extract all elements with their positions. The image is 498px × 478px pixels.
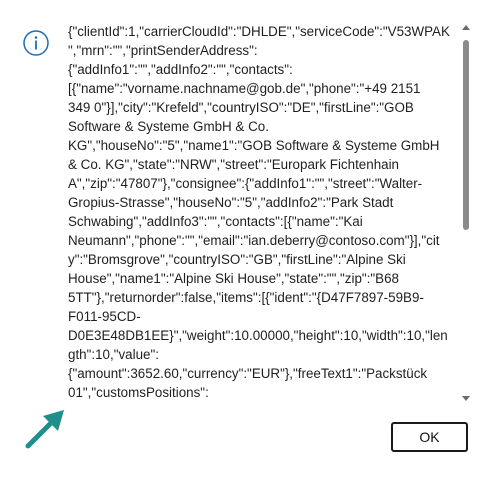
- message-text-area[interactable]: {"clientId":1,"carrierCloudId":"DHLDE","…: [68, 22, 461, 404]
- ok-button[interactable]: OK: [391, 422, 468, 452]
- scroll-thumb[interactable]: [463, 40, 469, 230]
- message-line: [{"name":"vorname.nachname@gob.de","phon…: [68, 81, 421, 96]
- message-line: 5TT"},"returnorder":false,"items":[{"ide…: [68, 290, 424, 305]
- message-line: 349 0"}],"city":"Krefeld","countryISO":"…: [68, 100, 414, 115]
- message-line: & Co. KG","state":"NRW","street":"Europa…: [68, 157, 400, 172]
- scroll-up-icon[interactable]: [462, 25, 470, 30]
- message-line: 01","customsPositions":: [68, 385, 209, 400]
- message-dialog: {"clientId":1,"carrierCloudId":"DHLDE","…: [0, 0, 498, 478]
- message-line: D0E3E48DB1EE}","weight":10.00000,"height…: [68, 328, 448, 343]
- message-line: y":"Bromsgrove","countryISO":"GB","first…: [68, 252, 406, 267]
- message-line: KG","houseNo":"5","name1":"GOB Software …: [68, 138, 440, 153]
- vertical-scrollbar[interactable]: [459, 22, 473, 404]
- message-line: House","name1":"Alpine Ski House","state…: [68, 271, 399, 286]
- message-text: {"clientId":1,"carrierCloudId":"DHLDE","…: [68, 22, 461, 402]
- message-line: Schwabing","addInfo3":"","contacts":[{"n…: [68, 214, 363, 229]
- message-line: Neumann","phone":"","email":"ian.deberry…: [68, 233, 440, 248]
- message-line: F011-95CD-: [68, 309, 141, 324]
- arrow-icon: [25, 410, 64, 449]
- message-line: Gropius-Strasse","houseNo":"5","addInfo2…: [68, 195, 394, 210]
- message-line: {"clientId":1,"carrierCloudId":"DHLDE","…: [68, 24, 450, 39]
- scroll-down-icon[interactable]: [462, 396, 470, 401]
- message-line: A","zip":"47807"},"consignee":{"addInfo1…: [68, 176, 423, 191]
- message-line: gth":10,"value":: [68, 347, 159, 362]
- message-line: ","mrn":"","printSenderAddress":: [68, 43, 258, 58]
- message-line: {"addInfo1":"","addInfo2":"","contacts":: [68, 62, 293, 77]
- message-line: Software & Systeme GmbH & Co.: [68, 119, 269, 134]
- message-line: {"amount":3652.60,"currency":"EUR"},"fre…: [68, 366, 428, 381]
- info-icon: [23, 30, 49, 56]
